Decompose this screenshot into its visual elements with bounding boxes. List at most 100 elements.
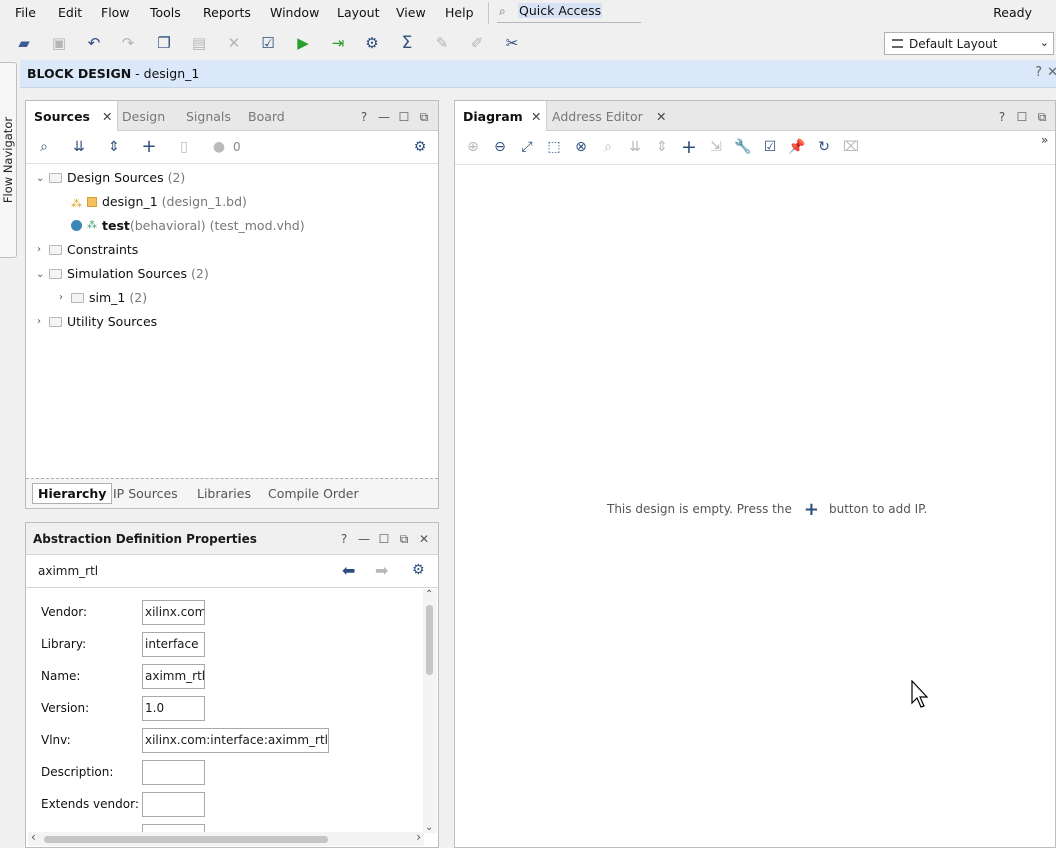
make-external-icon[interactable]: ⇲	[707, 139, 725, 155]
add-ip-plus-icon[interactable]: +	[804, 499, 819, 520]
tab-sources[interactable]: Sources ✕	[26, 101, 118, 131]
run-icon[interactable]: ▶	[294, 34, 312, 52]
menu-flow[interactable]: Flow	[101, 5, 130, 20]
wrench-icon[interactable]: 🔧	[734, 139, 752, 155]
gear-icon[interactable]: ⚙	[411, 139, 429, 155]
minimize-icon[interactable]: —	[357, 532, 371, 546]
extends-vendor-field[interactable]	[142, 792, 205, 817]
tree-design-1[interactable]: design_1 (design_1.bd)	[102, 194, 247, 209]
more-icon[interactable]: »	[1041, 133, 1048, 147]
name-field[interactable]: aximm_rtl	[142, 664, 205, 689]
vertical-scrollbar[interactable]: ⌃ ⌄	[423, 589, 437, 833]
float-icon[interactable]: ⧉	[1035, 110, 1049, 125]
close-icon[interactable]: ✕	[656, 109, 666, 124]
menu-help[interactable]: Help	[445, 5, 474, 20]
maximize-icon[interactable]: ☐	[397, 110, 411, 124]
tree-constraints[interactable]: Constraints	[67, 242, 138, 257]
scrollbar-thumb[interactable]	[426, 605, 433, 675]
tree-simulation-sources[interactable]: Simulation Sources (2)	[67, 266, 209, 281]
expand-all-icon[interactable]: ⇕	[105, 139, 123, 155]
edit-icon[interactable]: ✐	[468, 34, 486, 52]
maximize-icon[interactable]: ☐	[1015, 110, 1029, 124]
chevron-right-icon[interactable]: ›	[59, 292, 63, 303]
tab-libraries[interactable]: Libraries	[192, 485, 256, 502]
description-field[interactable]	[142, 760, 205, 785]
back-arrow-icon[interactable]: ⬅	[342, 561, 355, 580]
vendor-field[interactable]: xilinx.com	[142, 600, 205, 625]
collapse-all-icon[interactable]: ⇊	[70, 139, 88, 155]
horizontal-scrollbar[interactable]: ‹ ›	[28, 830, 424, 846]
chevron-down-icon[interactable]: ⌄	[36, 269, 44, 280]
scrollbar-thumb[interactable]	[44, 836, 328, 843]
close-icon[interactable]: ✕	[102, 109, 112, 124]
scroll-down-icon[interactable]: ⌄	[425, 822, 433, 833]
tab-design[interactable]: Design	[122, 101, 180, 131]
quick-access-input[interactable]: ⌕ Quick Access	[497, 2, 641, 23]
close-icon[interactable]: ✕	[417, 532, 431, 546]
zoom-area-icon[interactable]: ⬚	[545, 139, 563, 155]
chevron-right-icon[interactable]: ›	[37, 244, 41, 255]
minimize-icon[interactable]: —	[377, 110, 391, 124]
maximize-icon[interactable]: ☐	[377, 532, 391, 546]
help-icon[interactable]: ?	[1035, 65, 1042, 80]
scroll-left-icon[interactable]: ‹	[31, 830, 36, 844]
tab-board[interactable]: Board	[248, 101, 306, 131]
close-icon[interactable]: ✕	[1047, 65, 1056, 80]
float-icon[interactable]: ⧉	[397, 532, 411, 547]
chevron-down-icon[interactable]: ⌄	[36, 173, 44, 184]
refresh-icon[interactable]: ↻	[815, 139, 833, 155]
help-icon[interactable]: ?	[337, 532, 351, 546]
debug-icon[interactable]: ✎	[433, 34, 451, 52]
tab-hierarchy[interactable]: Hierarchy	[32, 483, 113, 504]
menu-view[interactable]: View	[396, 5, 426, 20]
step-icon[interactable]: ⇥	[329, 34, 347, 52]
settings-icon[interactable]: ⚙	[363, 34, 381, 52]
unknown-file-icon[interactable]: ▯	[175, 139, 193, 155]
paste-icon[interactable]: ▤	[190, 34, 208, 52]
validate-icon[interactable]: ☑	[259, 34, 277, 52]
tools-icon[interactable]: ✂	[503, 34, 521, 52]
zoom-out-icon[interactable]: ⊖	[491, 139, 509, 155]
help-icon[interactable]: ?	[357, 110, 371, 124]
search-icon[interactable]: ⌕	[35, 139, 53, 155]
help-icon[interactable]: ?	[995, 110, 1009, 124]
tree-sim-1[interactable]: sim_1 (2)	[89, 290, 147, 305]
layout-select[interactable]: Default Layout ⌄	[884, 32, 1054, 55]
undo-icon[interactable]: ↶	[85, 34, 103, 52]
auto-connect-icon[interactable]: ⊗	[572, 139, 590, 155]
version-field[interactable]: 1.0	[142, 696, 205, 721]
close-icon[interactable]: ✕	[531, 109, 541, 124]
vlnv-field[interactable]: xilinx.com:interface:aximm_rtl:1.0	[142, 728, 329, 753]
add-ip-icon[interactable]: +	[680, 136, 698, 158]
flow-navigator-tab[interactable]: Flow Navigator	[0, 62, 17, 258]
float-icon[interactable]: ⧉	[417, 110, 431, 125]
copy-icon[interactable]: ❐	[155, 34, 173, 52]
delete-icon[interactable]: ✕	[225, 34, 243, 52]
scroll-right-icon[interactable]: ›	[416, 830, 421, 844]
validate-icon[interactable]: ☑	[761, 139, 779, 155]
tab-address-editor[interactable]: Address Editor ✕	[552, 101, 672, 131]
tab-signals[interactable]: Signals	[186, 101, 244, 131]
redo-icon[interactable]: ↷	[119, 34, 137, 52]
add-sources-icon[interactable]: +	[140, 136, 158, 157]
pin-icon[interactable]: 📌	[788, 139, 806, 155]
menu-layout[interactable]: Layout	[337, 5, 380, 20]
tree-test[interactable]: test(behavioral) (test_mod.vhd)	[102, 218, 305, 233]
tab-ip-sources[interactable]: IP Sources	[108, 485, 183, 502]
menu-window[interactable]: Window	[270, 5, 319, 20]
expand-all-icon[interactable]: ⇕	[653, 139, 671, 155]
menu-reports[interactable]: Reports	[203, 5, 251, 20]
library-field[interactable]: interface	[142, 632, 205, 657]
tab-diagram[interactable]: Diagram ✕	[455, 101, 547, 131]
chevron-right-icon[interactable]: ›	[37, 316, 41, 327]
search-icon[interactable]: ⌕	[599, 139, 617, 155]
forward-arrow-icon[interactable]: ➡	[375, 561, 388, 580]
sigma-icon[interactable]: Σ	[398, 34, 416, 52]
save-icon[interactable]: ▣	[50, 34, 68, 52]
open-project-icon[interactable]: ▰	[15, 34, 33, 52]
scroll-up-icon[interactable]: ⌃	[425, 589, 433, 600]
menu-file[interactable]: File	[15, 5, 36, 20]
zoom-in-icon[interactable]: ⊕	[464, 139, 482, 155]
gear-icon[interactable]: ⚙	[412, 562, 425, 578]
menu-tools[interactable]: Tools	[150, 5, 181, 20]
